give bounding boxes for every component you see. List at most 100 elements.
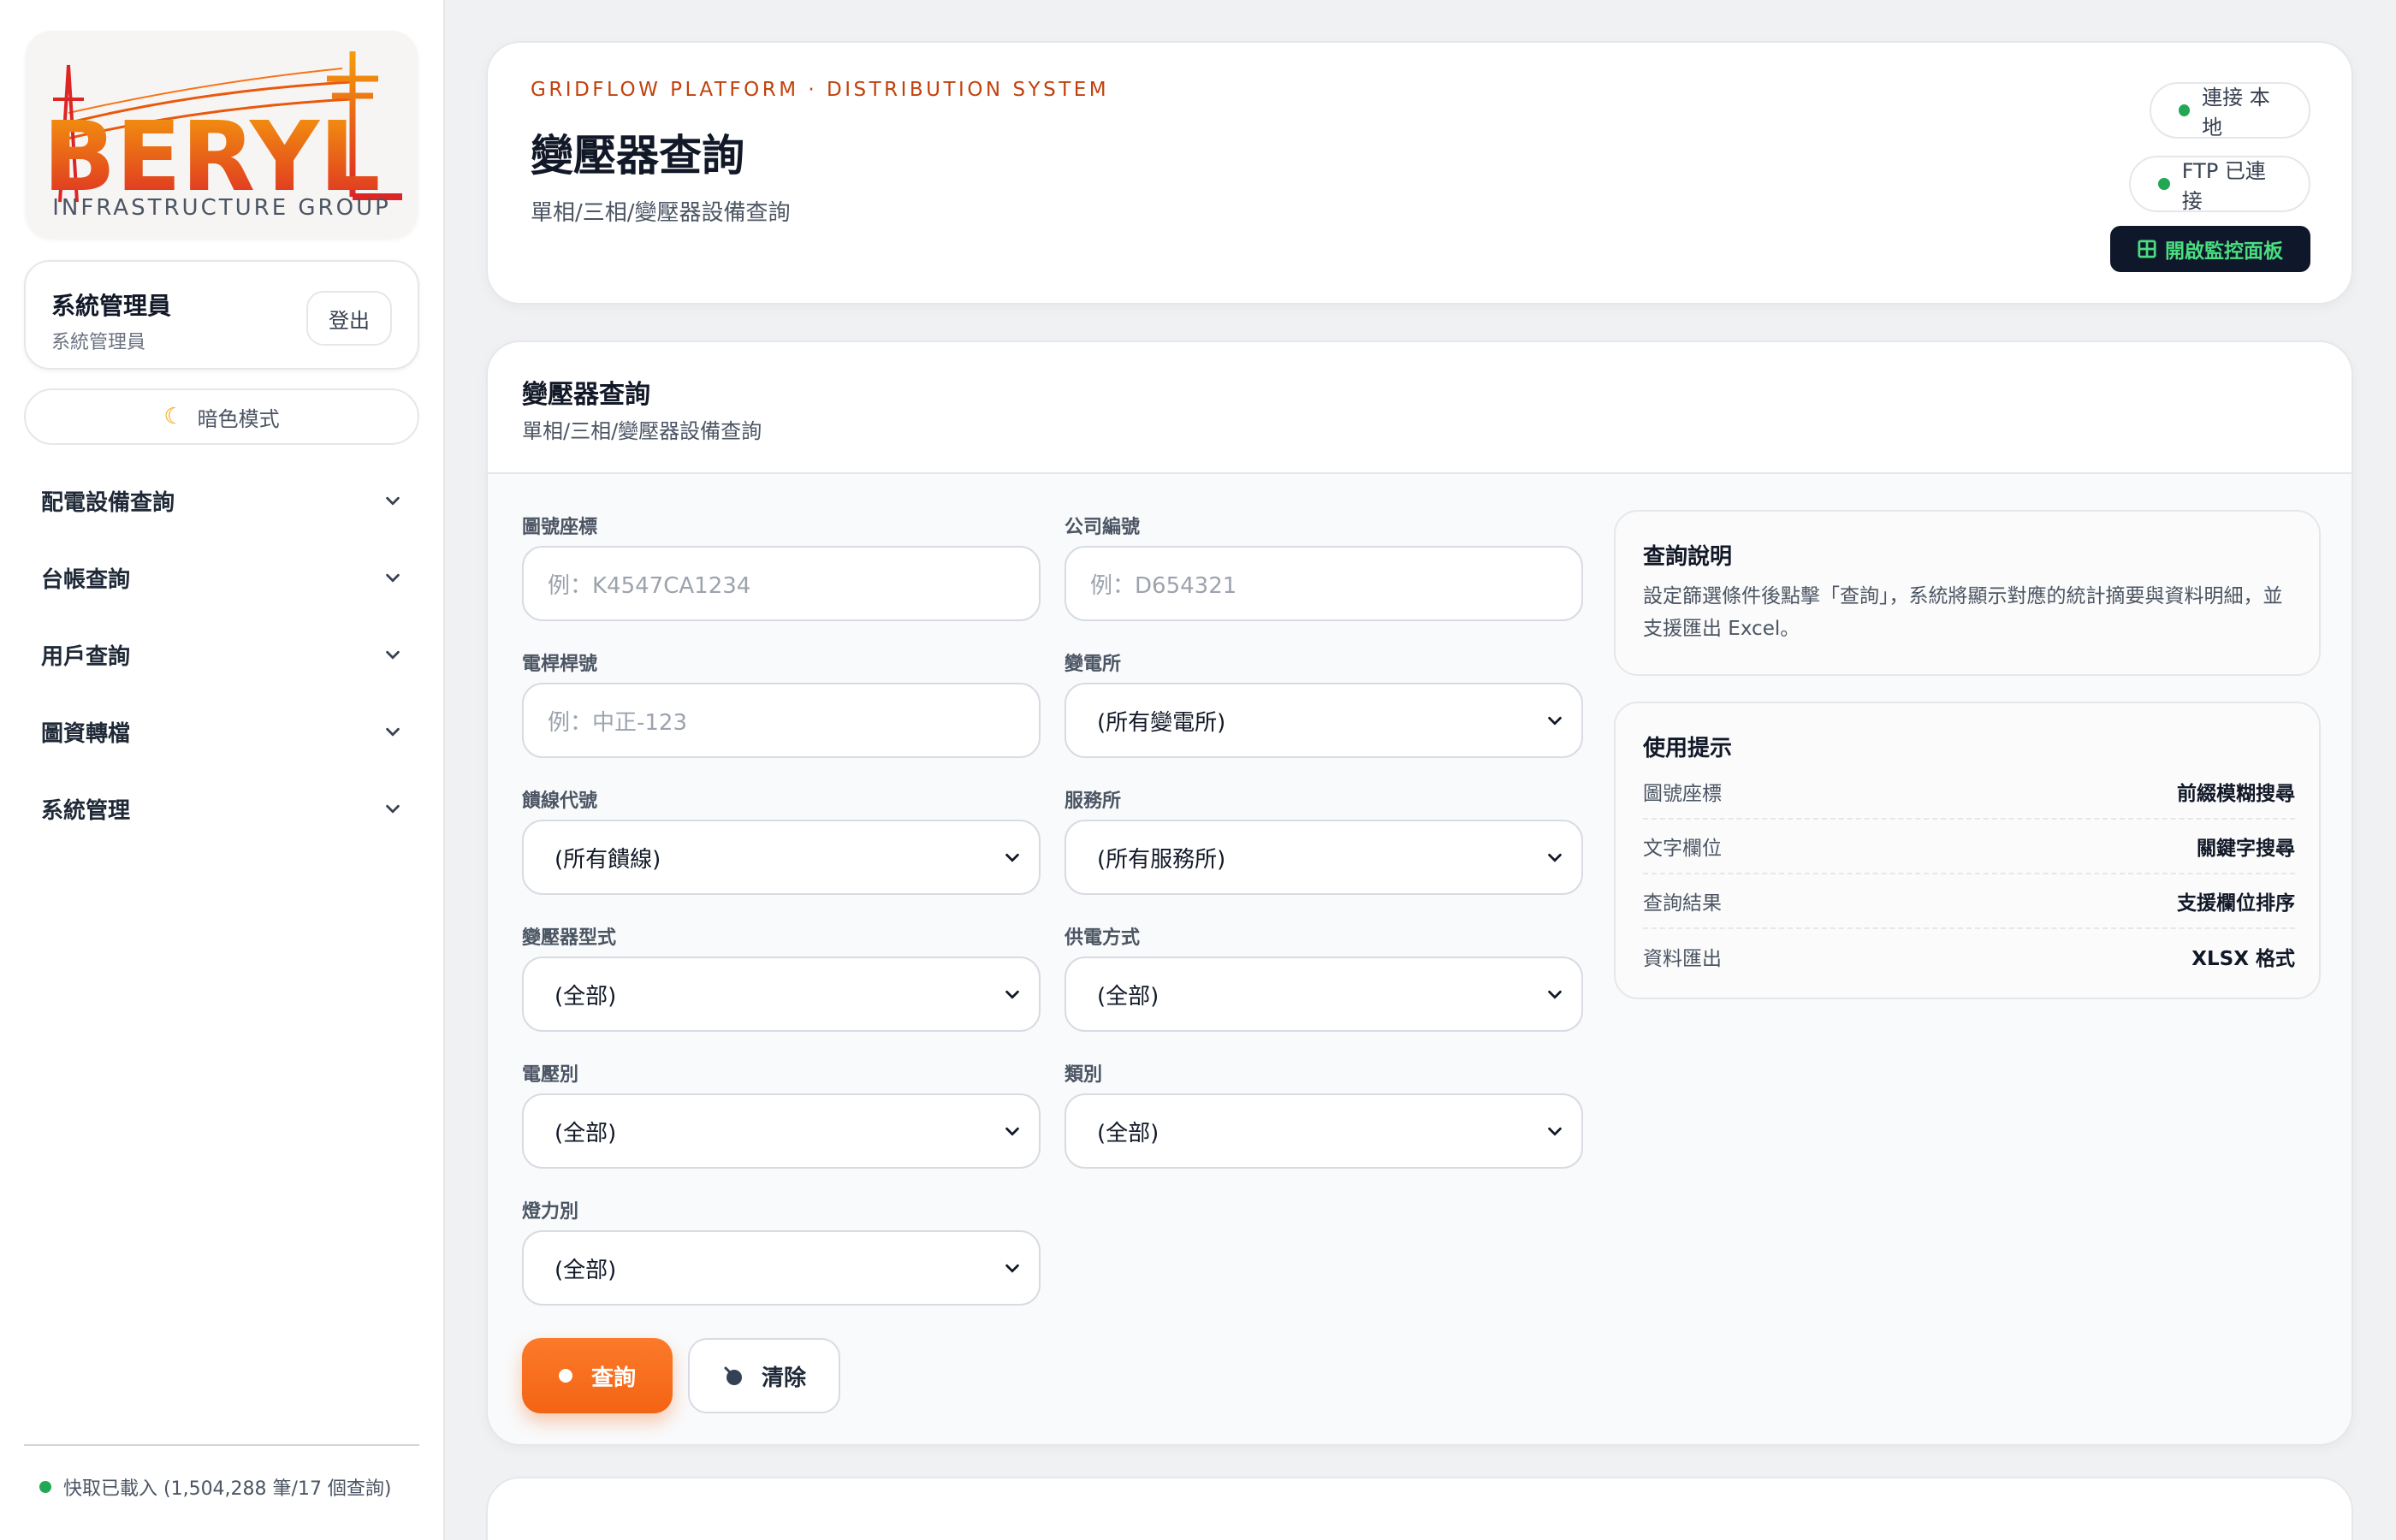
query-button[interactable]: 查詢 [522,1338,673,1413]
chevron-down-icon [386,727,400,737]
user-role: 系統管理員 [51,332,146,353]
chevron-down-icon [1005,990,1019,999]
sidebar-item-label: 台帳查詢 [41,566,131,593]
sidebar-divider [24,1444,419,1446]
voltage-value: (全部) [555,1120,617,1146]
sidebar-nav: 配電設備查詢 台帳查詢 用戶查詢 圖資轉檔 系統管理 [24,462,419,847]
substation-select[interactable]: (所有變電所) [1065,683,1583,758]
sidebar-item-label: 用戶查詢 [41,643,131,670]
pole-no-input[interactable]: 例：中正-123 [522,683,1041,758]
chevron-down-icon [1548,990,1562,999]
substation-value: (所有變電所) [1097,709,1226,736]
service-office-value: (所有服務所) [1097,846,1226,873]
transformer-type-label: 變壓器型式 [522,927,617,949]
sidebar-item-system-admin[interactable]: 系統管理 [24,770,419,847]
light-power-value: (全部) [555,1257,617,1283]
service-office-select[interactable]: (所有服務所) [1065,820,1583,895]
feeder-select[interactable]: (所有饋線) [522,820,1041,895]
sidebar-item-map-conversion[interactable]: 圖資轉檔 [24,693,419,770]
category-select[interactable]: (全部) [1065,1093,1583,1169]
page-subtitle: 單相/三相/變壓器設備查詢 [531,200,791,226]
connection-status-badge: 連接 本地 [2150,82,2310,139]
company-no-label: 公司編號 [1065,517,1141,538]
tip-row: 圖號座標 前綴模糊搜尋 [1643,765,2295,820]
chevron-down-icon [1005,853,1019,862]
chevron-down-icon [386,496,400,506]
supply-method-label: 供電方式 [1065,927,1141,949]
usage-tips-card: 使用提示 圖號座標 前綴模糊搜尋 文字欄位 關鍵字搜尋 查詢結果 支援欄位排序 … [1614,702,2321,999]
user-name: 系統管理員 [51,292,172,320]
tip-value: 前綴模糊搜尋 [2177,783,2295,805]
clear-button[interactable]: 清除 [688,1338,840,1413]
feeder-label: 饋線代號 [522,791,598,812]
chevron-down-icon [386,650,400,660]
cache-status: 快取已載入 (1,504,288 筆/17 個查詢) [39,1473,392,1501]
category-value: (全部) [1097,1120,1159,1146]
tip-row: 查詢結果 支援欄位排序 [1643,874,2295,929]
help-text: 設定篩選條件後點擊「查詢」，系統將顯示對應的統計摘要與資料明細，並支援匯出 Ex… [1643,585,2283,640]
sidebar-item-customer-query[interactable]: 用戶查詢 [24,616,419,693]
status-dot-icon [2179,104,2191,116]
map-coord-input[interactable]: 例：K4547CA1234 [522,546,1041,621]
supply-method-value: (全部) [1097,983,1159,1010]
tip-key: 資料匯出 [1643,948,1722,970]
sidebar-item-ledger-query[interactable]: 台帳查詢 [24,539,419,616]
open-monitor-button[interactable]: 開啟監控面板 [2110,226,2310,272]
sidebar-item-label: 系統管理 [41,797,131,824]
map-coord-label: 圖號座標 [522,517,598,538]
sidebar-item-distribution-query[interactable]: 配電設備查詢 [24,462,419,539]
sidebar-item-label: 配電設備查詢 [41,489,175,516]
chevron-down-icon [1548,1127,1562,1136]
help-title: 查詢說明 [1643,544,1733,570]
chevron-down-icon [1005,1127,1019,1136]
open-monitor-label: 開啟監控面板 [2165,240,2283,263]
results-panel [486,1477,2353,1540]
query-panel: 變壓器查詢 單相/三相/變壓器設備查詢 圖號座標 例：K4547CA1234 公… [486,341,2353,1446]
tip-row: 資料匯出 XLSX 格式 [1643,929,2295,984]
tip-key: 圖號座標 [1643,783,1722,805]
substation-label: 變電所 [1065,654,1122,675]
logout-button[interactable]: 登出 [306,291,392,346]
tip-key: 查詢結果 [1643,892,1722,915]
chevron-down-icon [1005,1264,1019,1273]
chevron-down-icon [386,804,400,814]
page-header: GRIDFLOW PLATFORM · DISTRIBUTION SYSTEM … [486,41,2353,305]
chevron-down-icon [386,573,400,583]
chevron-down-icon [1548,853,1562,862]
sidebar-item-label: 圖資轉檔 [41,720,131,747]
ftp-status-badge: FTP 已連接 [2129,156,2310,213]
light-power-select[interactable]: (全部) [522,1230,1041,1306]
transformer-type-value: (全部) [555,983,617,1010]
grid-icon [2138,240,2156,258]
logo-subtitle: INFRASTRUCTURE GROUP [52,195,391,221]
connection-status-text: 連接 本地 [2202,86,2270,139]
sidebar: BERYL INFRASTRUCTURE GROUP 系統管理員 系統管理員 登… [0,0,445,1540]
transformer-type-select[interactable]: (全部) [522,957,1041,1032]
voltage-select[interactable]: (全部) [522,1093,1041,1169]
query-panel-header: 變壓器查詢 單相/三相/變壓器設備查詢 [488,342,2352,474]
supply-method-select[interactable]: (全部) [1065,957,1583,1032]
company-no-input[interactable]: 例：D654321 [1065,546,1583,621]
moon-icon: ☾ [163,404,184,429]
query-panel-title: 變壓器查詢 [522,380,650,410]
ftp-status-text: FTP 已連接 [2181,159,2266,213]
light-power-label: 燈力別 [522,1201,579,1223]
clear-icon [724,1366,742,1385]
status-dot-icon [2158,178,2170,190]
service-office-label: 服務所 [1065,791,1122,812]
tip-value: 支援欄位排序 [2177,892,2295,915]
status-dot-icon [39,1481,51,1493]
category-label: 類別 [1065,1064,1103,1086]
cache-status-text: 快取已載入 (1,504,288 筆/17 個查詢) [63,1478,392,1500]
tip-row: 文字欄位 關鍵字搜尋 [1643,820,2295,874]
clear-button-label: 清除 [761,1365,806,1391]
query-panel-subtitle: 單相/三相/變壓器設備查詢 [522,419,762,443]
query-help-card: 查詢說明 設定篩選條件後點擊「查詢」，系統將顯示對應的統計摘要與資料明細，並支援… [1614,510,2321,676]
dark-mode-toggle[interactable]: ☾ 暗色模式 [24,388,419,445]
brand-logo: BERYL INFRASTRUCTURE GROUP [26,31,418,238]
query-button-label: 查詢 [590,1365,636,1391]
tip-value: XLSX 格式 [2191,948,2295,970]
page-title: 變壓器查詢 [531,131,744,181]
query-icon [558,1369,572,1383]
voltage-label: 電壓別 [522,1064,579,1086]
